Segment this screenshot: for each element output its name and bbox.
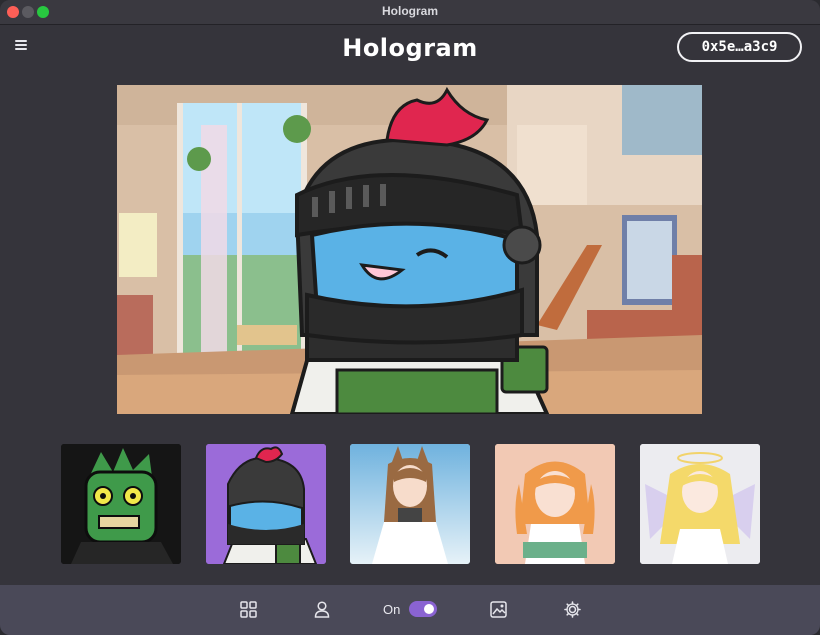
avatar-card-orange-hair-girl[interactable] bbox=[495, 444, 615, 564]
window-title: Hologram bbox=[381, 4, 438, 18]
avatar-card-fox-girl[interactable] bbox=[350, 444, 470, 564]
toggle-knob bbox=[424, 604, 434, 614]
user-icon[interactable] bbox=[314, 601, 330, 618]
angel-girl-avatar bbox=[640, 444, 760, 564]
gear-icon[interactable] bbox=[564, 601, 581, 618]
avatar-card-knight-cat[interactable] bbox=[206, 444, 326, 564]
toggle-label: On bbox=[383, 602, 401, 617]
avatar-preview bbox=[117, 85, 702, 414]
title-bar: Hologram bbox=[0, 0, 820, 25]
avatar-card-angel-girl[interactable] bbox=[640, 444, 760, 564]
fox-girl-avatar bbox=[350, 444, 470, 564]
wallet-address-button[interactable]: 0x5e…a3c9 bbox=[677, 32, 802, 62]
power-toggle[interactable] bbox=[409, 601, 437, 617]
room-background-image bbox=[117, 85, 702, 414]
bottom-toolbar: On bbox=[0, 585, 820, 635]
image-icon[interactable] bbox=[490, 601, 507, 618]
app-window: Hologram Hologram 0x5e…a3c9 On bbox=[0, 0, 820, 635]
knight-cat-avatar bbox=[206, 444, 326, 564]
avatar-card-zombie[interactable] bbox=[61, 444, 181, 564]
orange-hair-girl-avatar bbox=[495, 444, 615, 564]
grid-icon[interactable] bbox=[240, 601, 257, 618]
zombie-avatar bbox=[61, 444, 181, 564]
